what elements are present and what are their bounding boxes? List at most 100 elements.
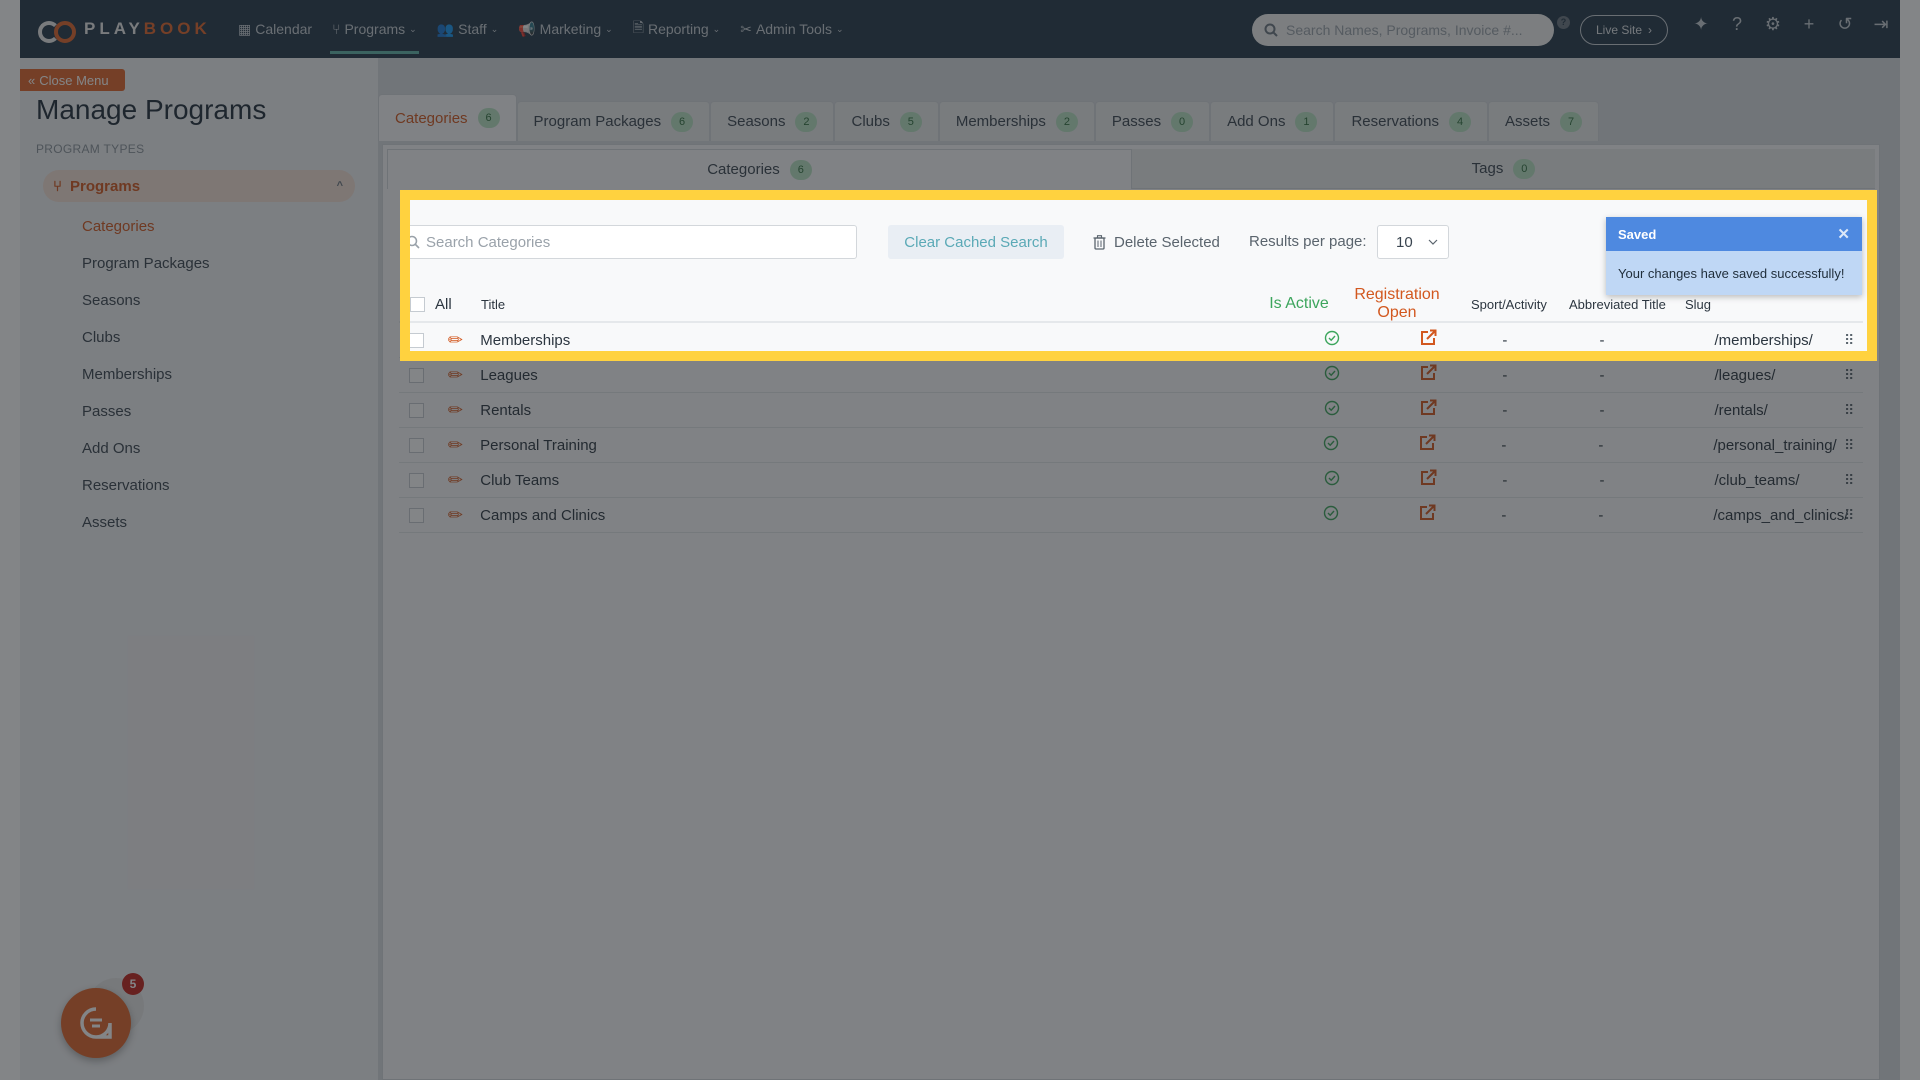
external-link-icon[interactable] [1367,434,1490,456]
tab-seasons[interactable]: Seasons 2 [710,101,835,141]
delete-selected-button[interactable]: Delete Selected [1093,225,1220,259]
pencil-icon[interactable]: ✏ [435,470,477,491]
row-checkbox[interactable] [409,472,425,488]
drag-handle-icon[interactable]: ⠿ [1833,437,1863,454]
nav-item-admin-tools[interactable]: ✂ Admin Tools ⌄ [730,0,853,58]
header-all: All [435,295,452,313]
subtab-categories[interactable]: Categories 6 [387,149,1132,189]
logout-icon[interactable]: ⇥ [1870,14,1892,35]
nav-label: Programs [344,21,406,37]
external-link-icon[interactable] [1368,364,1491,386]
pencil-icon[interactable]: ✏ [435,505,477,526]
header-abbreviated-title[interactable]: Abbreviated Title [1555,297,1673,312]
tab-reservations[interactable]: Reservations 4 [1334,101,1488,141]
tab-label: Add Ons [1227,113,1286,130]
app-frame: PLAYBOOK ▦Calendar ⑂Programs⌄ 👥Staff⌄ 📢M… [20,0,1900,1080]
drag-handle-icon[interactable]: ⠿ [1833,332,1863,349]
global-search-input[interactable]: Search Names, Programs, Invoice #... [1252,14,1554,46]
nav-item-programs[interactable]: ⑂ Programs ⌄ [322,0,427,58]
tab-label: Seasons [727,113,786,130]
sidebar-item-clubs[interactable]: Clubs [82,319,210,356]
close-icon[interactable]: ✕ [1837,225,1850,243]
row-checkbox[interactable] [409,437,425,453]
sidebar-group-programs[interactable]: ⑂ Programs ^ [43,170,355,202]
header-is-active[interactable]: Is Active [1263,295,1335,313]
playbook-logo[interactable]: PLAYBOOK [36,15,216,43]
live-site-button[interactable]: Live Site › [1580,15,1668,45]
drag-handle-icon[interactable]: ⠿ [1833,402,1863,419]
history-icon[interactable]: ↺ [1834,14,1856,35]
tab-clubs[interactable]: Clubs 5 [834,101,939,141]
check-circle-icon [1296,470,1367,491]
tab-add-ons[interactable]: Add Ons 1 [1210,101,1335,141]
sidebar-item-categories[interactable]: Categories [82,208,210,245]
subtab-label: Categories [707,161,780,178]
sidebar-item-reservations[interactable]: Reservations [82,467,210,504]
header-title[interactable]: Title [477,297,1263,312]
gear-icon[interactable]: ⚙ [1762,14,1784,35]
pencil-icon[interactable]: ✏ [435,365,477,386]
row-checkbox[interactable] [409,402,425,418]
external-link-icon[interactable] [1367,504,1490,526]
check-circle-icon [1296,330,1367,351]
count-badge: 1 [1295,111,1318,132]
toast-message: Your changes have saved successfully! [1606,251,1862,295]
select-all-checkbox[interactable] [410,296,425,312]
sidebar-item-assets[interactable]: Assets [82,504,210,541]
header-slug[interactable]: Slug [1673,297,1805,312]
tab-program-packages[interactable]: Program Packages 6 [516,101,711,141]
add-user-icon[interactable]: + [1798,14,1820,35]
drag-handle-icon[interactable]: ⠿ [1833,367,1863,384]
row-checkbox[interactable] [409,367,425,383]
search-placeholder: Search Categories [426,233,551,251]
logo-text-book: BOOK [143,19,211,38]
double-chevron-left-icon: « [28,72,36,88]
tab-categories[interactable]: Categories 6 [378,94,517,141]
nav-label: Reporting [647,21,709,37]
sidebar-item-seasons[interactable]: Seasons [82,282,210,319]
external-link-icon[interactable] [1368,329,1491,351]
external-link-icon[interactable] [1368,469,1491,491]
results-per-page-select[interactable]: 10 [1377,225,1449,259]
header-registration-open[interactable]: Registration Open [1335,286,1459,322]
tab-label: Reservations [1351,113,1439,130]
drag-handle-icon[interactable]: ⠿ [1833,472,1863,489]
sidebar-item-passes[interactable]: Passes [82,393,210,430]
clear-cached-search-button[interactable]: Clear Cached Search [888,225,1064,259]
tab-passes[interactable]: Passes 0 [1094,101,1211,141]
results-per-page-value: 10 [1396,233,1413,251]
nav-item-reporting[interactable]: 🗎 Reporting ⌄ [623,0,731,58]
nav-item-staff[interactable]: 👥 Staff ⌄ [427,0,509,58]
pencil-icon[interactable]: ✏ [435,435,477,456]
categories-table: All Title Is Active Registration Open Sp… [410,286,1863,351]
tools-icon: ✂ [740,20,752,37]
nav-item-marketing[interactable]: 📢 Marketing ⌄ [508,0,622,58]
external-link-icon[interactable] [1368,399,1491,421]
sidebar-item-add-ons[interactable]: Add Ons [82,430,210,467]
announcement-icon[interactable]: ✦ [1690,14,1712,35]
sidebar-item-memberships[interactable]: Memberships [82,356,210,393]
search-categories-input[interactable]: Search Categories [410,225,857,259]
subtab-tags[interactable]: Tags 0 [1132,149,1875,189]
delete-selected-label: Delete Selected [1114,233,1220,251]
row-checkbox[interactable] [409,507,425,523]
search-help-icon[interactable]: ? [1557,16,1570,29]
row-title: Rentals [480,401,532,419]
tab-memberships[interactable]: Memberships 2 [938,101,1095,141]
row-slug: /camps_and_clinics/ [1713,506,1849,524]
sub-tabs: Categories 6 Tags 0 [387,149,1875,189]
tab-assets[interactable]: Assets 7 [1488,101,1600,141]
close-menu-button[interactable]: «Close Menu [20,69,125,91]
nav-item-calendar[interactable]: ▦ Calendar [228,0,322,58]
drag-handle-icon[interactable]: ⠿ [1833,507,1863,524]
row-checkbox[interactable] [410,332,425,348]
help-icon[interactable]: ? [1726,14,1748,35]
count-badge: 5 [899,111,922,132]
pencil-icon[interactable]: ✏ [435,330,477,351]
sidebar-item-program-packages[interactable]: Program Packages [82,245,210,282]
table-body: ✏Memberships--/memberships/⠿✏Leagues--/l… [410,323,1863,351]
chat-widget-button[interactable] [61,988,131,1058]
pencil-icon[interactable]: ✏ [435,400,477,421]
header-sport-activity[interactable]: Sport/Activity [1459,297,1555,312]
chevron-down-icon: ⌄ [490,23,499,34]
